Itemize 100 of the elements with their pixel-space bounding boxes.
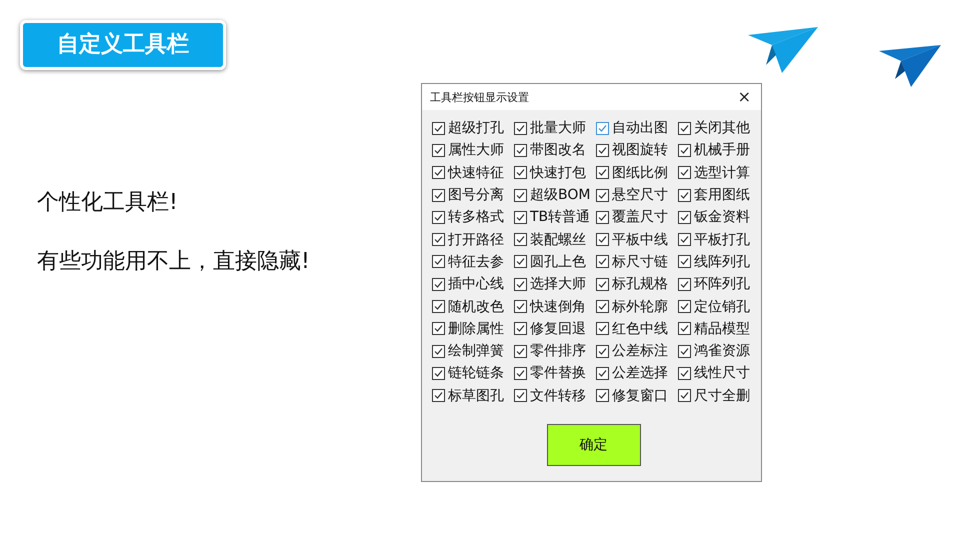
option-label: 链轮链条 xyxy=(448,364,504,382)
option-label: 插中心线 xyxy=(448,275,504,294)
option-label: 快速倒角 xyxy=(530,298,586,316)
checkbox[interactable] xyxy=(514,210,527,224)
checkbox[interactable] xyxy=(514,278,527,291)
checkbox[interactable] xyxy=(596,210,609,224)
option-label: 平板中线 xyxy=(612,230,668,249)
window-title: 工具栏按钮显示设置 xyxy=(430,90,529,104)
option-label: 打开路径 xyxy=(448,230,504,249)
checkbox[interactable] xyxy=(678,255,691,268)
checkbox[interactable] xyxy=(514,122,527,135)
option-label: 选型计算 xyxy=(694,164,750,182)
option-label: 图号分离 xyxy=(448,186,504,204)
title-badge: 自定义工具栏 xyxy=(20,20,226,70)
option-label: 零件排序 xyxy=(530,342,586,360)
option-label: 套用图纸 xyxy=(694,186,750,204)
option-label: 带图改名 xyxy=(530,141,586,160)
checkbox[interactable] xyxy=(514,366,527,380)
checkbox[interactable] xyxy=(678,144,691,157)
option-label: 装配螺丝 xyxy=(530,230,586,249)
option-label: 删除属性 xyxy=(448,320,504,338)
option-label: 标尺寸链 xyxy=(612,252,668,271)
option-label: 图纸比例 xyxy=(612,164,668,182)
option-label: 标外轮廓 xyxy=(612,298,668,316)
option-label: 特征去参 xyxy=(448,252,504,271)
option-label: 标草图孔 xyxy=(448,386,504,405)
checkbox[interactable] xyxy=(678,233,691,246)
checkbox[interactable] xyxy=(432,210,445,224)
checkbox[interactable] xyxy=(432,389,445,402)
option-label: 超级打孔 xyxy=(448,119,504,138)
option-label: 选择大师 xyxy=(530,275,586,294)
checkbox[interactable] xyxy=(596,278,609,291)
checkbox[interactable] xyxy=(596,322,609,336)
option-label: 线阵列孔 xyxy=(694,252,750,271)
checkbox[interactable] xyxy=(678,344,691,358)
option-label: 红色中线 xyxy=(612,320,668,338)
checkbox[interactable] xyxy=(678,122,691,135)
checkbox[interactable] xyxy=(596,344,609,358)
checkbox[interactable] xyxy=(678,389,691,402)
checkbox[interactable] xyxy=(432,188,445,202)
option-label: 标孔规格 xyxy=(612,275,668,294)
option-label: 文件转移 xyxy=(530,386,586,405)
option-label: 覆盖尺寸 xyxy=(612,208,668,226)
option-label: 关闭其他 xyxy=(694,119,750,138)
checkbox[interactable] xyxy=(596,233,609,246)
checkbox[interactable] xyxy=(514,255,527,268)
checkbox[interactable] xyxy=(596,188,609,202)
checkbox[interactable] xyxy=(432,255,445,268)
checkbox[interactable] xyxy=(596,166,609,180)
checkbox[interactable] xyxy=(514,300,527,314)
checkbox[interactable] xyxy=(678,166,691,180)
checkbox[interactable] xyxy=(678,188,691,202)
checkbox[interactable] xyxy=(514,344,527,358)
checkbox[interactable] xyxy=(514,233,527,246)
checkbox[interactable] xyxy=(596,255,609,268)
option-label: 尺寸全删 xyxy=(694,386,750,405)
checkbox[interactable] xyxy=(514,144,527,157)
option-label: 自动出图 xyxy=(612,119,668,138)
checkbox[interactable] xyxy=(678,366,691,380)
option-label: 修复回退 xyxy=(530,320,586,338)
checkbox[interactable] xyxy=(432,233,445,246)
option-label: 绘制弹簧 xyxy=(448,342,504,360)
checkbox[interactable] xyxy=(596,122,609,135)
checkbox[interactable] xyxy=(432,344,445,358)
checkbox[interactable] xyxy=(432,144,445,157)
checkbox[interactable] xyxy=(432,166,445,180)
option-label: 环阵列孔 xyxy=(694,275,750,294)
close-button[interactable]: × xyxy=(728,87,761,107)
option-label: 平板打孔 xyxy=(694,230,750,249)
checkbox[interactable] xyxy=(596,144,609,157)
option-label: 线性尺寸 xyxy=(694,364,750,382)
option-label: 批量大师 xyxy=(530,119,586,138)
checkbox[interactable] xyxy=(432,278,445,291)
checkbox[interactable] xyxy=(514,322,527,336)
checkbox[interactable] xyxy=(514,188,527,202)
option-label: 修复窗口 xyxy=(612,386,668,405)
checkbox[interactable] xyxy=(432,322,445,336)
checkbox[interactable] xyxy=(596,300,609,314)
option-label: 精品模型 xyxy=(694,320,750,338)
checkbox[interactable] xyxy=(678,278,691,291)
checkbox[interactable] xyxy=(596,366,609,380)
paper-plane-icon xyxy=(879,45,941,87)
option-label: 视图旋转 xyxy=(612,141,668,160)
checkbox[interactable] xyxy=(678,322,691,336)
checkbox[interactable] xyxy=(514,389,527,402)
option-label: 零件替换 xyxy=(530,364,586,382)
option-label: 超级BOM xyxy=(530,186,590,204)
option-label: 悬空尺寸 xyxy=(612,186,668,204)
checkbox[interactable] xyxy=(678,210,691,224)
checkbox[interactable] xyxy=(432,366,445,380)
option-label: 钣金资料 xyxy=(694,208,750,226)
checkbox[interactable] xyxy=(432,300,445,314)
option-label: 公差标注 xyxy=(612,342,668,360)
checkbox[interactable] xyxy=(596,389,609,402)
checkbox[interactable] xyxy=(514,166,527,180)
checkbox[interactable] xyxy=(432,122,445,135)
option-label: TB转普通 xyxy=(530,208,590,226)
ok-button[interactable]: 确定 xyxy=(546,424,640,466)
checkbox[interactable] xyxy=(678,300,691,314)
option-label: 属性大师 xyxy=(448,141,504,160)
